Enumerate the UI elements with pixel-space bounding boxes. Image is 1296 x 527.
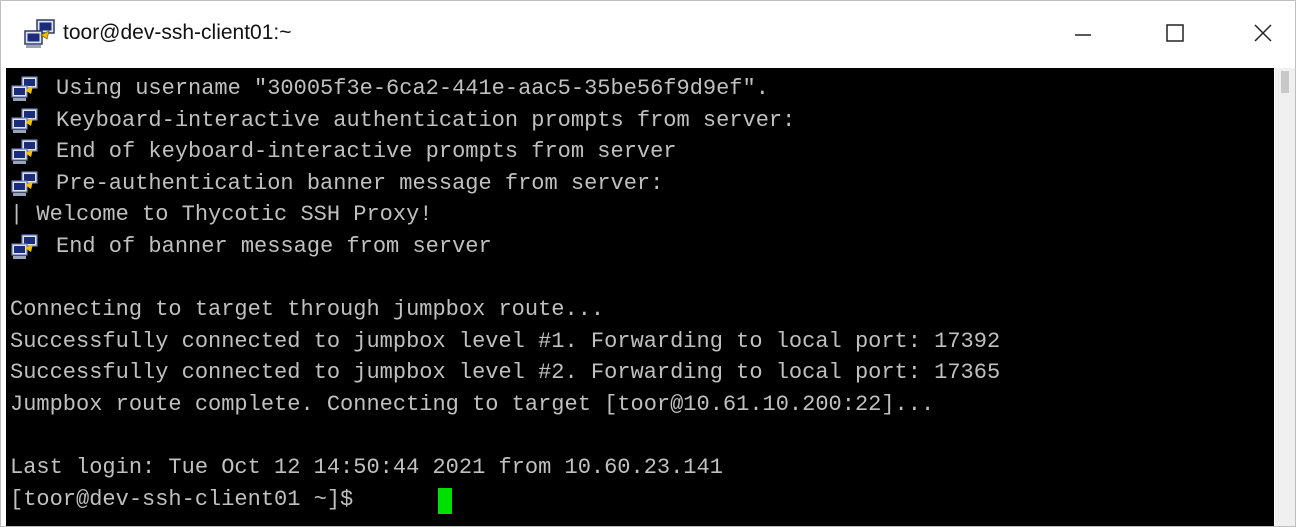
terminal-line: | Welcome to Thycotic SSH Proxy! [10, 202, 433, 228]
window-title: toor@dev-ssh-client01:~ [63, 21, 292, 44]
terminal-cursor [438, 487, 452, 514]
putty-line-icon [10, 139, 40, 165]
putty-line-icon [10, 171, 40, 197]
terminal-line: [toor@dev-ssh-client01 ~]$ [10, 486, 367, 512]
terminal-line: End of banner message from server [56, 234, 492, 259]
terminal-output[interactable]: Using username "30005f3e-6ca2-441e-aac5-… [6, 68, 1274, 526]
putty-line-icon [10, 76, 40, 102]
terminal-line: Using username "30005f3e-6ca2-441e-aac5-… [56, 76, 769, 101]
putty-line-icon [10, 107, 40, 134]
terminal-line: Successfully connected to jumpbox level … [10, 328, 1001, 354]
scrollbar[interactable] [1275, 68, 1295, 526]
terminal-line: End of keyboard-interactive prompts from… [56, 139, 677, 165]
minimize-button[interactable] [1055, 9, 1111, 57]
terminal-line: Last login: Tue Oct 12 14:50:44 2021 fro… [10, 455, 723, 481]
terminal-line: Pre-authentication banner message from s… [56, 170, 664, 196]
scrollbar-thumb[interactable] [1281, 71, 1289, 93]
maximize-button[interactable] [1147, 9, 1203, 57]
terminal-line: Connecting to target through jumpbox rou… [10, 297, 605, 323]
title-bar[interactable]: toor@dev-ssh-client01:~ [1, 1, 1295, 67]
putty-window: toor@dev-ssh-client01:~ Using username "… [0, 0, 1296, 527]
terminal-line: Keyboard-interactive authentication prom… [56, 107, 796, 133]
terminal-line: Jumpbox route complete. Connecting to ta… [10, 392, 935, 417]
minimize-icon [1075, 34, 1091, 36]
terminal-line: Successfully connected to jumpbox level … [10, 360, 1001, 386]
maximize-icon [1166, 24, 1184, 42]
putty-line-icon [10, 234, 40, 260]
close-icon [1254, 24, 1272, 42]
close-button[interactable] [1235, 9, 1291, 57]
putty-icon [24, 19, 55, 48]
